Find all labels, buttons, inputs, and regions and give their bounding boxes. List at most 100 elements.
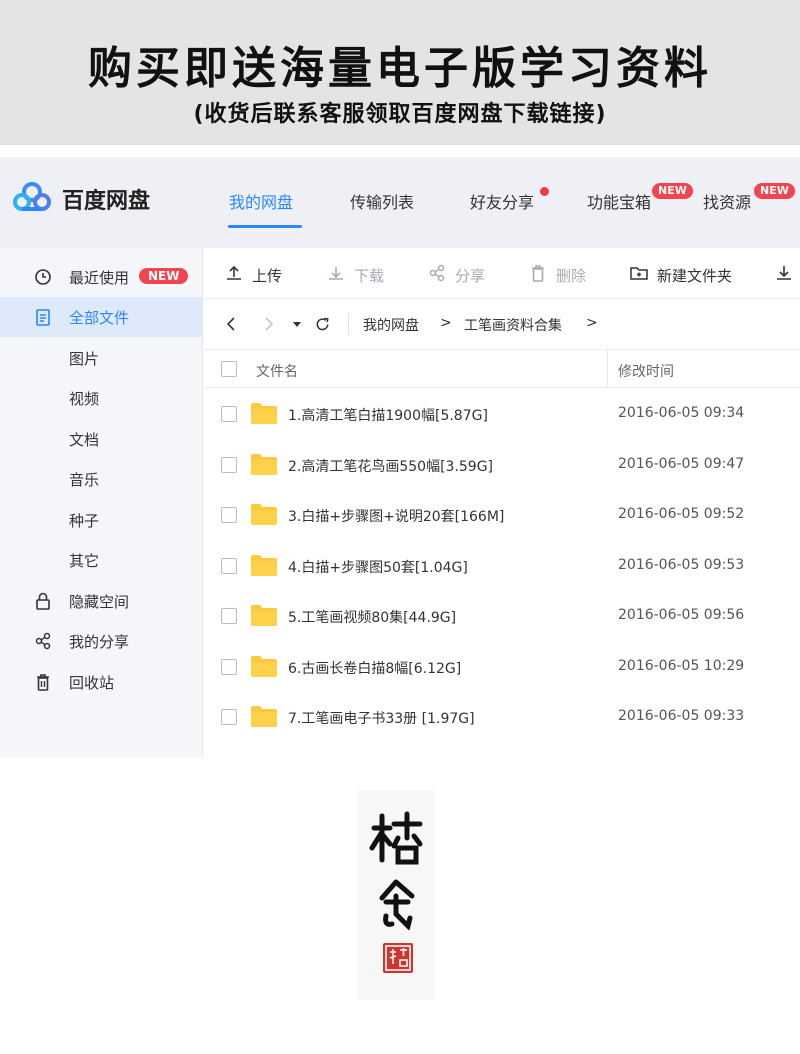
new-badge: NEW	[754, 183, 795, 199]
file-name[interactable]: 3.白描+步骤图+说明20套[166M]	[288, 506, 504, 526]
breadcrumb: 我的网盘 > 工笔画资料合集 >	[204, 299, 800, 350]
sidebar-item-label: 回收站	[69, 674, 115, 692]
new-folder-button[interactable]: 新建文件夹	[657, 265, 732, 286]
table-row[interactable]: 1.高清工笔白描1900幅[5.87G] 2016-06-05 09:34	[204, 389, 800, 439]
row-checkbox[interactable]	[221, 608, 237, 624]
breadcrumb-separator: >	[440, 315, 452, 331]
table-row[interactable]: 2.高清工笔花鸟画550幅[3.59G] 2016-06-05 09:47	[204, 440, 800, 490]
column-header-modified[interactable]: 修改时间	[618, 361, 674, 381]
dropdown-caret-icon[interactable]	[292, 319, 302, 329]
file-name[interactable]: 5.工笔画视频80集[44.9G]	[288, 607, 456, 627]
trash-icon	[37, 674, 49, 691]
new-folder-icon[interactable]	[629, 263, 649, 283]
download-icon[interactable]	[774, 263, 794, 283]
row-checkbox[interactable]	[221, 406, 237, 422]
breadcrumb-separator: >	[586, 315, 598, 331]
file-name[interactable]: 2.高清工笔花鸟画550幅[3.59G]	[288, 456, 493, 476]
folder-icon	[251, 504, 277, 525]
folder-icon	[251, 555, 277, 576]
promo-title: 购买即送海量电子版学习资料	[88, 43, 712, 94]
tab-find-resources[interactable]: 找资源	[703, 189, 751, 213]
folder-icon	[251, 454, 277, 475]
table-row[interactable]: 4.白描+步骤图50套[1.04G] 2016-06-05 09:53	[204, 541, 800, 591]
row-checkbox[interactable]	[221, 457, 237, 473]
tab-transfer-list[interactable]: 传输列表	[350, 189, 414, 213]
sidebar-item-recycle-bin[interactable]: 回收站	[0, 662, 203, 702]
upload-button[interactable]: 上传	[252, 265, 282, 286]
row-checkbox[interactable]	[221, 507, 237, 523]
row-checkbox[interactable]	[221, 659, 237, 675]
file-modified-time: 2016-06-05 10:29	[618, 658, 745, 674]
share-icon[interactable]	[427, 263, 447, 283]
promo-subtitle: (收货后联系客服领取百度网盘下载链接)	[193, 102, 607, 127]
sidebar-item-videos[interactable]: 视频	[0, 378, 203, 418]
row-checkbox[interactable]	[221, 558, 237, 574]
divider	[348, 313, 349, 335]
share-button[interactable]: 分享	[455, 265, 485, 286]
sidebar-item-all-files[interactable]: 全部文件	[0, 297, 203, 337]
app-name: 百度网盘	[62, 189, 151, 214]
folder-icon	[251, 605, 277, 626]
folder-icon	[251, 706, 277, 727]
file-name[interactable]: 7.工笔画电子书33册 [1.97G]	[288, 708, 475, 728]
file-modified-time: 2016-06-05 09:52	[618, 506, 745, 522]
sidebar-item-torrents[interactable]: 种子	[0, 500, 203, 540]
back-arrow-icon[interactable]	[224, 316, 240, 332]
table-row[interactable]: 6.古画长卷白描8幅[6.12G] 2016-06-05 10:29	[204, 642, 800, 692]
trash-icon[interactable]	[528, 263, 548, 283]
file-modified-time: 2016-06-05 09:33	[618, 708, 745, 724]
top-navigation-bar: 百度网盘 我的网盘 传输列表 好友分享 功能宝箱 NEW 找资源 NEW	[0, 157, 800, 248]
sidebar-item-recent[interactable]: 最近使用 NEW	[0, 257, 203, 297]
forward-arrow-icon[interactable]	[260, 316, 276, 332]
tab-toolbox[interactable]: 功能宝箱	[587, 189, 651, 213]
new-badge: NEW	[139, 268, 189, 284]
folder-icon	[251, 656, 277, 677]
sidebar-item-label: 其它	[69, 552, 100, 570]
document-icon	[36, 309, 50, 326]
sidebar-item-label: 我的分享	[69, 633, 130, 651]
file-name[interactable]: 1.高清工笔白描1900幅[5.87G]	[288, 405, 488, 425]
sidebar-item-documents[interactable]: 文档	[0, 419, 203, 459]
column-divider	[607, 350, 608, 388]
select-all-checkbox[interactable]	[221, 361, 237, 377]
sidebar-item-hidden-space[interactable]: 隐藏空间	[0, 581, 203, 621]
upload-icon[interactable]	[224, 263, 244, 283]
netdisk-window: 百度网盘 我的网盘 传输列表 好友分享 功能宝箱 NEW 找资源 NEW 最近使…	[0, 157, 800, 757]
row-checkbox[interactable]	[221, 709, 237, 725]
tab-my-disk[interactable]: 我的网盘	[229, 189, 293, 213]
seal-stamp	[383, 943, 413, 973]
folder-icon	[251, 403, 277, 424]
column-header-name[interactable]: 文件名	[256, 361, 298, 381]
sidebar-item-other[interactable]: 其它	[0, 540, 203, 580]
sidebar-item-label: 文档	[69, 431, 100, 449]
table-row[interactable]: 7.工笔画电子书33册 [1.97G] 2016-06-05 09:33	[204, 692, 800, 742]
clock-icon	[35, 269, 51, 285]
share-icon	[35, 632, 51, 650]
table-row[interactable]: 5.工笔画视频80集[44.9G] 2016-06-05 09:56	[204, 591, 800, 641]
file-name[interactable]: 4.白描+步骤图50套[1.04G]	[288, 557, 468, 577]
sidebar-item-label: 种子	[69, 512, 100, 530]
breadcrumb-root[interactable]: 我的网盘	[363, 315, 419, 335]
sidebar-item-label: 最近使用	[69, 269, 130, 287]
sidebar-item-music[interactable]: 音乐	[0, 459, 203, 499]
download-icon[interactable]	[326, 263, 346, 283]
breadcrumb-current[interactable]: 工笔画资料合集	[464, 315, 562, 335]
file-modified-time: 2016-06-05 09:34	[618, 405, 745, 421]
sidebar-item-label: 图片	[69, 350, 100, 368]
sidebar-item-label: 音乐	[69, 471, 100, 489]
sidebar-item-my-shares[interactable]: 我的分享	[0, 621, 203, 661]
sidebar-item-images[interactable]: 图片	[0, 338, 203, 378]
refresh-icon[interactable]	[314, 316, 331, 333]
file-name[interactable]: 6.古画长卷白描8幅[6.12G]	[288, 658, 461, 678]
tab-friend-share[interactable]: 好友分享	[470, 189, 534, 213]
promo-banner: 购买即送海量电子版学习资料 (收货后联系客服领取百度网盘下载链接)	[0, 0, 800, 145]
sidebar: 最近使用 NEW 全部文件 图片 视频 文档 音乐 种子 其它 隐藏空间 我的分…	[0, 248, 203, 757]
active-tab-indicator	[228, 225, 302, 228]
lock-icon	[36, 592, 50, 610]
notification-dot	[540, 187, 549, 196]
table-row[interactable]: 3.白描+步骤图+说明20套[166M] 2016-06-05 09:52	[204, 490, 800, 540]
file-table-header: 文件名 修改时间	[204, 350, 800, 388]
sidebar-item-label: 视频	[69, 390, 100, 408]
download-button[interactable]: 下载	[354, 265, 384, 286]
delete-button[interactable]: 删除	[556, 265, 586, 286]
